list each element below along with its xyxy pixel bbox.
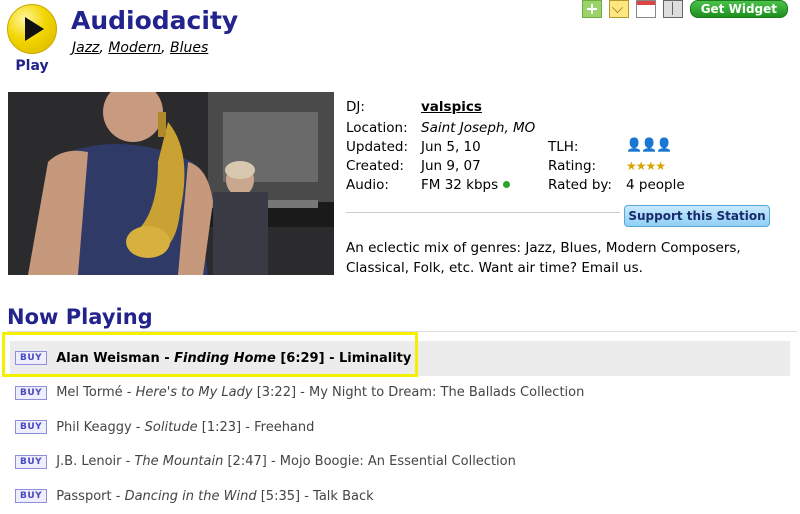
buy-button[interactable]: BUY	[15, 420, 48, 435]
get-widget-button[interactable]: Get Widget	[689, 0, 788, 18]
created-label: Created:	[346, 158, 404, 174]
track-duration: [3:22]	[256, 385, 297, 401]
rating-stars-icon: ★★★★	[626, 159, 666, 173]
rated-by-label: Rated by:	[548, 177, 612, 193]
track-song: The Mountain	[134, 454, 224, 470]
play-label[interactable]: Play	[6, 58, 58, 74]
track-song: Dancing in the Wind	[124, 488, 257, 504]
track-song: Here's to My Lady	[135, 385, 253, 401]
genre-link[interactable]: Blues	[170, 40, 208, 56]
play-button[interactable]	[7, 4, 57, 54]
buy-button[interactable]: BUY	[15, 454, 48, 469]
tlh-people-icon: 👤👤👤	[626, 138, 673, 153]
station-title: Audiodacity	[71, 6, 239, 35]
track-artist: Passport	[56, 488, 112, 504]
track-artist: Mel Tormé	[56, 385, 123, 401]
track-song: Solitude	[144, 419, 198, 435]
book-icon[interactable]	[662, 0, 683, 18]
track-album: Talk Back	[313, 488, 374, 504]
track-duration: [2:47]	[227, 454, 267, 470]
track-artist: Phil Keaggy	[56, 419, 132, 435]
genre-link[interactable]: Jazz	[72, 40, 99, 56]
play-icon	[25, 17, 44, 41]
divider	[346, 212, 620, 213]
dj-link[interactable]: valspics	[421, 99, 482, 115]
calendar-icon[interactable]	[635, 0, 656, 18]
rating-label: Rating:	[548, 158, 597, 174]
track-artist: J.B. Lenoir	[56, 454, 122, 470]
track-duration: [5:35]	[260, 488, 301, 504]
location-value: Saint Joseph, MO	[421, 120, 536, 136]
add-icon[interactable]	[581, 0, 602, 18]
track-album: Freehand	[254, 419, 315, 435]
buy-button[interactable]: BUY	[15, 489, 48, 504]
mail-icon[interactable]	[608, 0, 629, 18]
station-description: An eclectic mix of genres: Jazz, Blues, …	[346, 240, 741, 276]
track-row: BUY J.B. Lenoir - The Mountain [2:47] - …	[10, 445, 790, 480]
support-station-button[interactable]: Support this Station	[624, 205, 770, 227]
location-label: Location:	[346, 120, 408, 136]
audio-value: FM 32 kbps	[421, 177, 499, 193]
current-track-highlight	[2, 332, 418, 377]
now-playing-heading: Now Playing	[7, 305, 153, 329]
track-album: Mojo Boogie: An Essential Collection	[279, 454, 516, 470]
rated-by-value: 4 people	[626, 177, 685, 193]
genre-link[interactable]: Modern	[108, 40, 161, 56]
buy-button[interactable]: BUY	[15, 385, 48, 400]
track-row: BUY Phil Keaggy - Solitude [1:23] - Free…	[10, 410, 790, 445]
top-toolbar: Get Widget	[581, 0, 788, 18]
track-album: My Night to Dream: The Ballads Collectio…	[309, 385, 585, 401]
play-control[interactable]: Play	[6, 4, 58, 74]
track-row: BUY Mel Tormé - Here's to My Lady [3:22]…	[10, 376, 790, 411]
track-duration: [1:23]	[201, 419, 242, 435]
track-row: BUY Passport - Dancing in the Wind [5:35…	[10, 479, 790, 514]
updated-label: Updated:	[346, 139, 409, 155]
audio-label: Audio:	[346, 177, 389, 193]
created-value: Jun 9, 07	[421, 158, 481, 174]
station-genres: Jazz, Modern, Blues	[72, 40, 209, 56]
station-photo	[8, 92, 334, 275]
updated-value: Jun 5, 10	[421, 139, 481, 155]
live-status-icon	[503, 181, 511, 188]
tlh-label: TLH:	[548, 139, 579, 155]
dj-label: DJ:	[346, 99, 365, 115]
